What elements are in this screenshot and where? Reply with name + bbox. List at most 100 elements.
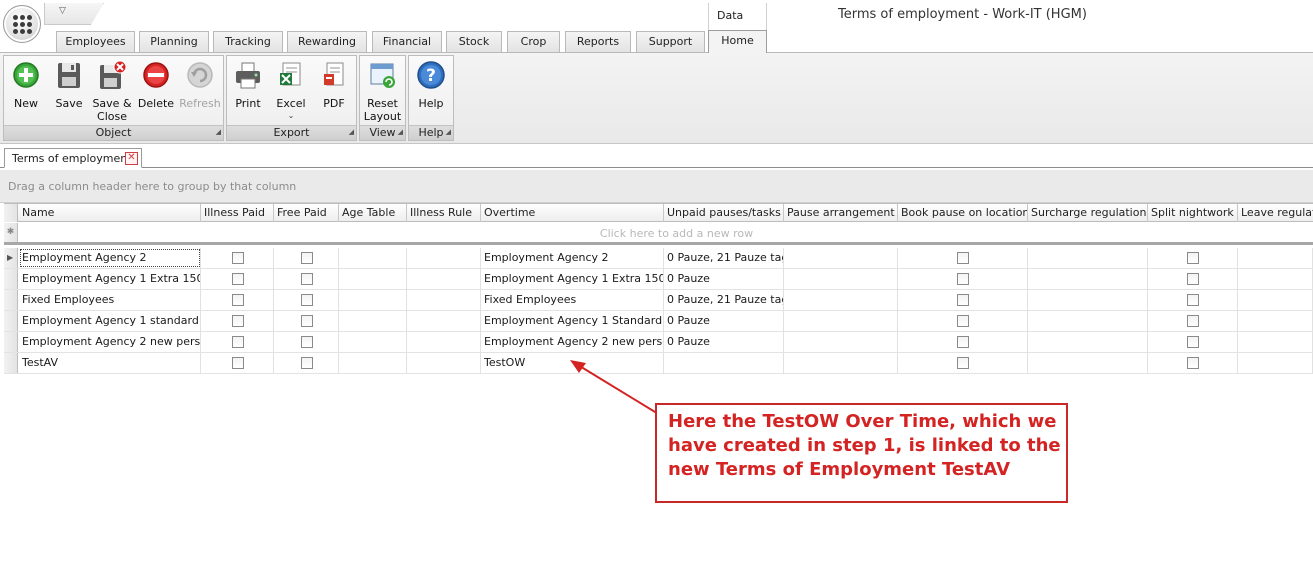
cell-4[interactable]: [407, 269, 481, 289]
cell-10[interactable]: [1148, 353, 1238, 373]
cell-9[interactable]: [1028, 311, 1148, 331]
cell-4[interactable]: [407, 332, 481, 352]
delete-button[interactable]: Delete: [136, 60, 176, 126]
dialog-launcher-icon[interactable]: ◢: [398, 125, 403, 139]
cell-8[interactable]: [898, 311, 1028, 331]
row-indicator[interactable]: [4, 269, 18, 289]
row-indicator[interactable]: [4, 332, 18, 352]
cell-2[interactable]: [274, 269, 339, 289]
column-header-age-table[interactable]: Age Table: [339, 204, 407, 222]
tab-employees[interactable]: Employees: [56, 31, 135, 52]
dialog-launcher-icon[interactable]: ◢: [446, 125, 451, 139]
tab-rewarding[interactable]: Rewarding: [287, 31, 367, 52]
column-header-book-pause-on-location[interactable]: Book pause on location: [898, 204, 1028, 222]
checkbox[interactable]: [1187, 357, 1199, 369]
cell-unpaid-pauses[interactable]: 0 Pauze: [664, 311, 784, 331]
cell-9[interactable]: [1028, 290, 1148, 310]
checkbox[interactable]: [1187, 315, 1199, 327]
cell-9[interactable]: [1028, 332, 1148, 352]
checkbox[interactable]: [957, 294, 969, 306]
cell-11[interactable]: [1238, 332, 1313, 352]
cell-7[interactable]: [784, 248, 898, 268]
row-indicator[interactable]: [4, 290, 18, 310]
cell-2[interactable]: [274, 290, 339, 310]
cell-3[interactable]: [339, 290, 407, 310]
new-item-row[interactable]: ✱ Click here to add a new row: [4, 223, 1313, 245]
cell-overtime[interactable]: Fixed Employees: [481, 290, 664, 310]
cell-unpaid-pauses[interactable]: 0 Pauze: [664, 332, 784, 352]
checkbox[interactable]: [232, 357, 244, 369]
customize-qat-icon[interactable]: ▽: [59, 6, 66, 16]
checkbox[interactable]: [1187, 336, 1199, 348]
cell-name[interactable]: Employment Agency 2: [19, 248, 201, 268]
tab-stock[interactable]: Stock: [446, 31, 502, 52]
cell-3[interactable]: [339, 311, 407, 331]
excel-dropdown-icon[interactable]: ⌄: [270, 109, 312, 122]
cell-1[interactable]: [201, 311, 274, 331]
cell-4[interactable]: [407, 290, 481, 310]
cell-1[interactable]: [201, 269, 274, 289]
cell-2[interactable]: [274, 353, 339, 373]
cell-9[interactable]: [1028, 353, 1148, 373]
group-by-panel[interactable]: Drag a column header here to group by th…: [0, 170, 1313, 203]
cell-7[interactable]: [784, 332, 898, 352]
excel-button[interactable]: Excel ⌄: [270, 60, 312, 126]
help-button[interactable]: ? Help: [411, 60, 451, 126]
checkbox[interactable]: [301, 273, 313, 285]
new-button[interactable]: New: [6, 60, 46, 126]
dialog-launcher-icon[interactable]: ◢: [216, 125, 221, 139]
cell-10[interactable]: [1148, 311, 1238, 331]
cell-10[interactable]: [1148, 332, 1238, 352]
save-close-button[interactable]: Save & Close: [90, 60, 134, 126]
tab-planning[interactable]: Planning: [139, 31, 209, 52]
cell-1[interactable]: [201, 332, 274, 352]
application-menu-button[interactable]: [3, 5, 41, 43]
cell-11[interactable]: [1238, 248, 1313, 268]
table-row[interactable]: Employment Agency 1 Extra 150 Employment …: [4, 269, 1313, 290]
checkbox[interactable]: [1187, 294, 1199, 306]
tab-tracking[interactable]: Tracking: [213, 31, 283, 52]
dialog-launcher-icon[interactable]: ◢: [349, 125, 354, 139]
column-header-illness-rule[interactable]: Illness Rule: [407, 204, 481, 222]
cell-8[interactable]: [898, 269, 1028, 289]
checkbox[interactable]: [232, 294, 244, 306]
tab-crop[interactable]: Crop: [507, 31, 560, 52]
cell-8[interactable]: [898, 248, 1028, 268]
refresh-button[interactable]: Refresh: [179, 60, 221, 126]
cell-2[interactable]: [274, 332, 339, 352]
column-header-leave-regulation[interactable]: Leave regulatio: [1238, 204, 1313, 222]
cell-name[interactable]: Fixed Employees: [19, 290, 201, 310]
cell-4[interactable]: [407, 248, 481, 268]
cell-unpaid-pauses[interactable]: [664, 353, 784, 373]
row-indicator[interactable]: [4, 353, 18, 373]
cell-11[interactable]: [1238, 311, 1313, 331]
tab-support[interactable]: Support: [636, 31, 705, 52]
checkbox[interactable]: [301, 357, 313, 369]
column-header-illness-paid[interactable]: Illness Paid: [201, 204, 274, 222]
column-header-free-paid[interactable]: Free Paid: [274, 204, 339, 222]
cell-unpaid-pauses[interactable]: 0 Pauze: [664, 269, 784, 289]
checkbox[interactable]: [957, 357, 969, 369]
cell-9[interactable]: [1028, 248, 1148, 268]
reset-layout-button[interactable]: Reset Layout: [362, 60, 403, 126]
checkbox[interactable]: [1187, 252, 1199, 264]
print-button[interactable]: Print: [229, 60, 267, 126]
tab-home[interactable]: Home: [708, 30, 767, 53]
cell-10[interactable]: [1148, 269, 1238, 289]
checkbox[interactable]: [1187, 273, 1199, 285]
checkbox[interactable]: [957, 315, 969, 327]
column-header-surcharge-regulation[interactable]: Surcharge regulation: [1028, 204, 1148, 222]
cell-overtime[interactable]: Employment Agency 1 Extra 150: [481, 269, 664, 289]
cell-1[interactable]: [201, 248, 274, 268]
checkbox[interactable]: [957, 252, 969, 264]
cell-3[interactable]: [339, 353, 407, 373]
cell-9[interactable]: [1028, 269, 1148, 289]
cell-overtime[interactable]: Employment Agency 1 Standard 110: [481, 311, 664, 331]
cell-2[interactable]: [274, 248, 339, 268]
checkbox[interactable]: [957, 273, 969, 285]
column-header-unpaid-pauses[interactable]: Unpaid pauses/tasks: [664, 204, 784, 222]
checkbox[interactable]: [957, 336, 969, 348]
cell-7[interactable]: [784, 269, 898, 289]
close-icon[interactable]: ✕: [125, 152, 138, 165]
column-header-overtime[interactable]: Overtime: [481, 204, 664, 222]
